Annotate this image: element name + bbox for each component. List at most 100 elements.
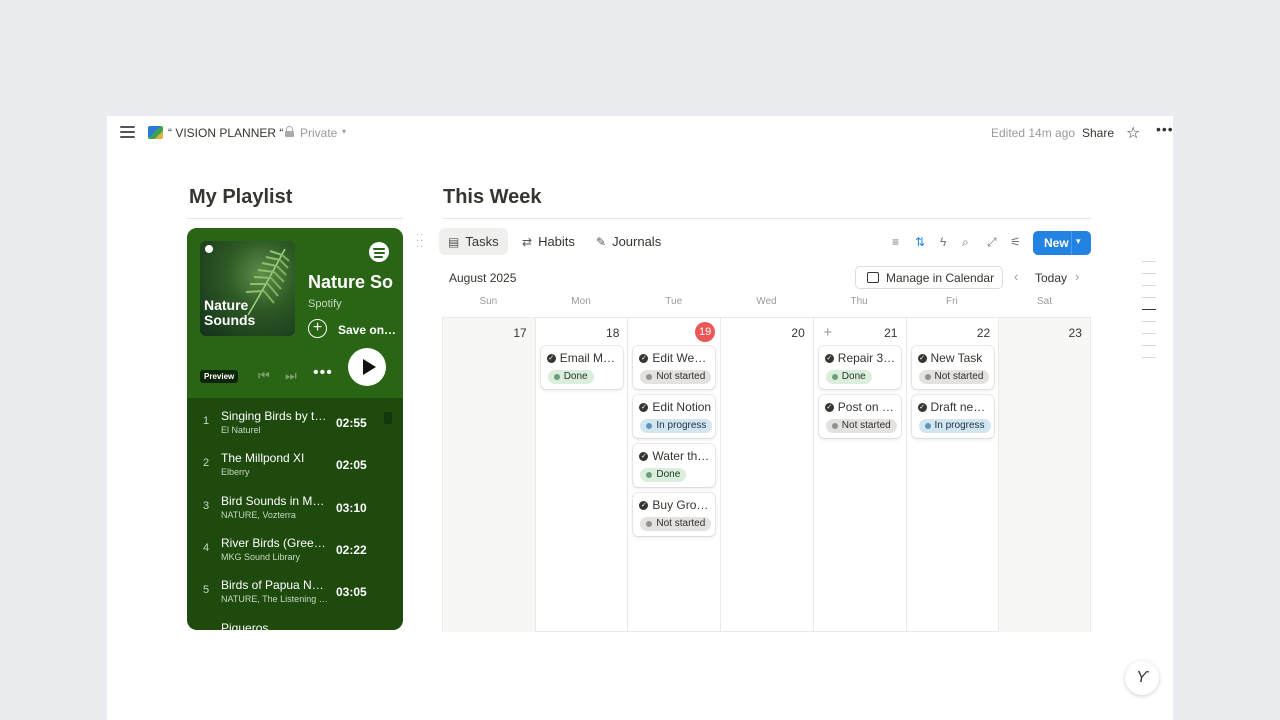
new-button[interactable]: New ▾ — [1033, 231, 1091, 255]
save-on-spotify-button[interactable]: Save on… — [338, 323, 396, 337]
task-card[interactable]: ✓ New Task Not started — [911, 346, 994, 389]
week-calendar: 1718✓Email ManagerDone19✓Edit WebsiteNot… — [442, 296, 1091, 632]
status-badge: In progress — [918, 419, 991, 433]
task-card[interactable]: ✓Repair 3D printer Done — [818, 346, 901, 389]
status-badge: Done — [547, 370, 594, 384]
day-cell[interactable]: 22✓New TaskNot started✓Draft newsletterI… — [905, 318, 999, 632]
track-list: 1 Singing Birds by the River El Naturel 02:… — [187, 398, 403, 630]
search-icon[interactable]: ⌕ — [962, 235, 969, 250]
next-track-icon[interactable]: ⏭ — [285, 368, 297, 384]
help-button[interactable]: ϒ — [1125, 661, 1159, 695]
toc-line[interactable] — [1142, 321, 1156, 322]
share-button[interactable]: Share — [1082, 126, 1114, 140]
tab-label: Journals — [612, 234, 662, 249]
chevron-down-icon[interactable]: ▾ — [342, 127, 346, 136]
status-badge: Done — [825, 370, 872, 384]
privacy-label[interactable]: Private — [300, 126, 337, 140]
day-cell[interactable]: 17 — [442, 318, 535, 632]
more-options-icon[interactable]: ••• — [313, 364, 333, 382]
checkbox-icon: ✓ — [639, 403, 649, 412]
track-row[interactable]: 1 Singing Birds by the River El Naturel 02:… — [187, 404, 403, 446]
checkbox-icon: ✓ — [824, 403, 834, 412]
settings-sliders-icon[interactable]: ⚟ — [1010, 235, 1021, 249]
status-badge: In progress — [640, 419, 713, 433]
track-row[interactable]: 4 River Birds (Green Forest)MKG Sound Lib… — [187, 531, 403, 573]
toc-line[interactable] — [1142, 345, 1156, 346]
track-row[interactable]: Piqueros — [187, 616, 403, 631]
add-icon[interactable]: + — [819, 324, 837, 342]
chevron-down-icon[interactable]: ▾ — [1076, 236, 1081, 247]
sort-icon[interactable]: ⇅ — [915, 235, 925, 249]
track-name: Singing Birds by the River — [221, 409, 329, 423]
day-number: 18 — [606, 326, 620, 340]
task-title: Water the plants — [652, 449, 712, 463]
album-cover[interactable]: Nature Sounds — [200, 241, 295, 336]
chevron-left-icon[interactable]: ‹ — [1014, 269, 1018, 284]
map-icon[interactable] — [148, 126, 163, 139]
track-title[interactable]: Nature Sounds — [308, 272, 393, 293]
manage-in-calendar-button[interactable]: Manage in Calendar — [855, 266, 1003, 289]
day-cell[interactable]: 23 — [998, 318, 1091, 632]
task-card[interactable]: ✓Draft newsletter In progress — [911, 395, 994, 438]
previous-track-icon[interactable]: ⏮ — [258, 368, 270, 384]
day-number: 23 — [1068, 326, 1082, 340]
calendar-grid: 1718✓Email ManagerDone19✓Edit WebsiteNot… — [442, 317, 1091, 632]
day-cell[interactable]: 19✓Edit WebsiteNot started✓Edit NotionIn… — [627, 318, 720, 632]
checkbox-icon: ✓ — [546, 354, 556, 363]
track-number: 3 — [203, 499, 210, 512]
drag-handle-icon[interactable]: ⁚⁚ ⁚⁚ — [416, 234, 424, 250]
repeat-icon: ⇄ — [522, 234, 533, 249]
expand-icon[interactable]: ⤢ — [987, 235, 997, 250]
toc-line[interactable] — [1142, 297, 1156, 298]
toc-line-current[interactable] — [1142, 309, 1156, 310]
day-cell[interactable]: 20 — [720, 318, 813, 632]
tab-tasks[interactable]: ▤ Tasks — [439, 228, 508, 255]
status-badge: Not started — [640, 370, 712, 384]
task-card[interactable]: ✓Edit Website Not started — [633, 346, 716, 389]
tab-journals[interactable]: ✎ Journals — [587, 228, 670, 255]
star-icon[interactable]: ☆ — [1126, 123, 1140, 143]
scrollbar-thumb[interactable] — [384, 412, 392, 424]
track-artist: NATURE, The Listening Earth — [221, 594, 329, 605]
toc-line[interactable] — [1142, 261, 1156, 262]
day-cell[interactable]: 21+✓Repair 3D printerDone✓Post on Linked… — [812, 318, 906, 632]
task-card[interactable]: ✓Water the plants Done — [633, 444, 716, 487]
tab-habits[interactable]: ⇄ Habits — [513, 228, 584, 255]
day-number: 17 — [513, 326, 527, 340]
tab-label: Habits — [538, 234, 575, 249]
artist-name[interactable]: Spotify — [308, 298, 342, 310]
track-artist: El Naturel — [221, 425, 261, 435]
calendar-icon — [867, 272, 879, 283]
task-card[interactable]: ✓Buy Groceries Not started — [633, 493, 716, 536]
task-card[interactable]: ✓Post on LinkedIn Not started — [818, 395, 901, 438]
filter-icon[interactable]: ≡ — [892, 235, 899, 249]
page-breadcrumb-title[interactable]: “ VISION PLANNER “ — [168, 126, 283, 140]
chevron-right-icon[interactable]: › — [1075, 269, 1079, 284]
day-number: 20 — [791, 326, 805, 340]
table-of-contents[interactable] — [1142, 261, 1156, 369]
today-button[interactable]: Today — [1035, 271, 1067, 285]
toc-line[interactable] — [1142, 273, 1156, 274]
task-title: Draft newsletter — [930, 400, 991, 414]
track-row[interactable]: 5 Birds of Papua New GuineaNATURE, The Li… — [187, 573, 403, 615]
track-name: Bird Sounds in Marsh — [221, 493, 329, 508]
more-icon[interactable]: ••• — [1156, 121, 1174, 137]
lightning-icon[interactable]: ϟ — [940, 235, 946, 249]
add-circle-icon[interactable]: + — [308, 319, 327, 338]
day-cell[interactable]: 18 ✓Email Manager Done — [534, 318, 628, 632]
track-row[interactable]: 3 Bird Sounds in Marsh NATURE, Vozterra 03:… — [187, 489, 403, 531]
track-number: 1 — [203, 415, 210, 427]
toc-line[interactable] — [1142, 333, 1156, 334]
spotify-logo-icon[interactable] — [369, 242, 389, 262]
task-card[interactable]: ✓Email Manager Done — [540, 346, 623, 389]
toc-line[interactable] — [1142, 285, 1156, 286]
play-button[interactable] — [348, 348, 386, 386]
track-duration: 02:55 — [336, 416, 367, 430]
toc-line[interactable] — [1142, 357, 1156, 358]
menu-icon[interactable] — [120, 126, 135, 138]
edited-timestamp: Edited 14m ago — [991, 126, 1076, 140]
track-row[interactable]: 2 The Millpond XI Elberry 02:05 — [187, 446, 403, 488]
task-card[interactable]: ✓ Edit Notion In progress — [633, 395, 716, 438]
weekday-header: Sat — [1037, 296, 1053, 307]
weekday-header: Thu — [850, 296, 868, 307]
